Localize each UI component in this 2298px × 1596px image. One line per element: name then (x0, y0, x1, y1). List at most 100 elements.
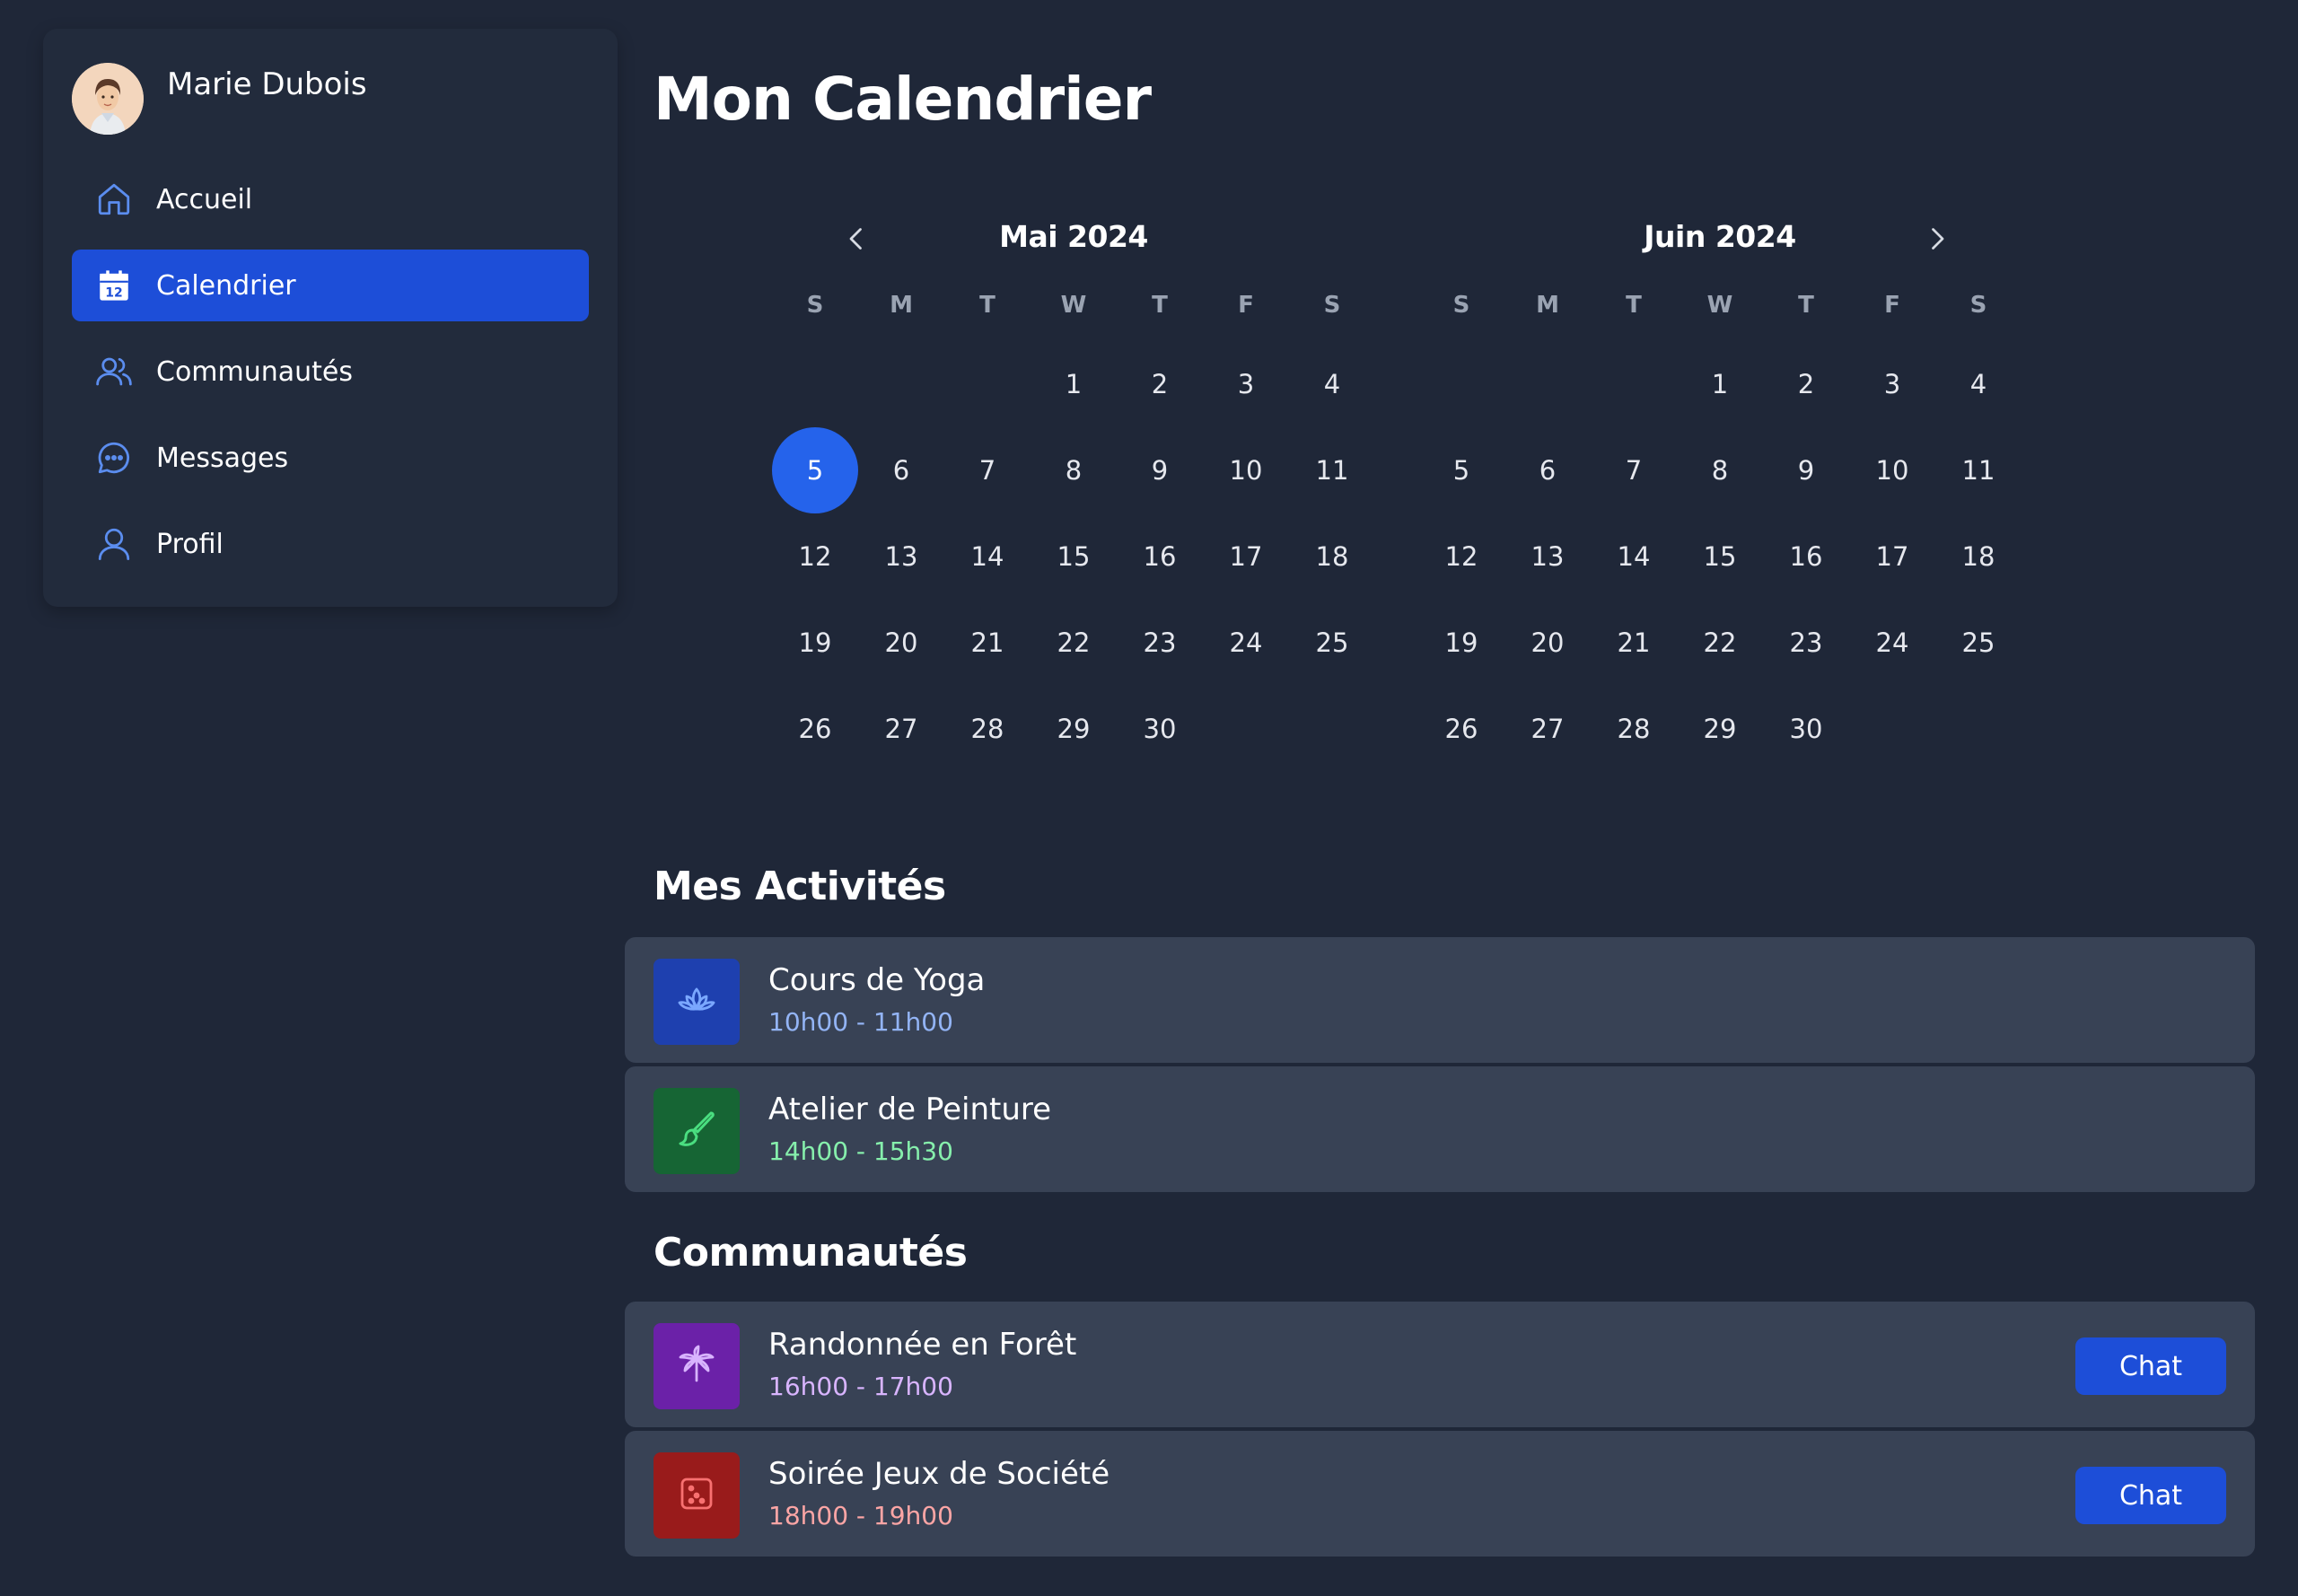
day-cell[interactable]: 17 (1203, 513, 1289, 600)
day-cell[interactable]: 8 (1677, 427, 1763, 513)
day-cell[interactable]: 27 (858, 686, 944, 772)
day-cell[interactable]: 8 (1031, 427, 1117, 513)
day-cell[interactable]: 25 (1289, 600, 1375, 686)
day-cell[interactable]: 26 (772, 686, 858, 772)
day-cell-selected[interactable]: 5 (772, 427, 858, 513)
day-cell[interactable]: 12 (772, 513, 858, 600)
activity-card[interactable]: Atelier de Peinture 14h00 - 15h30 (625, 1066, 2255, 1192)
day-cell[interactable]: 10 (1849, 427, 1935, 513)
nav-item-communautes[interactable]: Communautés (72, 336, 589, 408)
nav-item-messages[interactable]: Messages (72, 422, 589, 494)
day-cell[interactable]: 2 (1763, 341, 1849, 427)
avatar (72, 63, 144, 135)
day-number: 17 (1229, 541, 1263, 572)
day-number: 13 (1531, 541, 1565, 572)
day-cell[interactable]: 25 (1935, 600, 2022, 686)
day-number: 21 (1617, 627, 1651, 658)
day-cell[interactable]: 12 (1418, 513, 1504, 600)
day-empty (772, 341, 858, 427)
community-card[interactable]: Soirée Jeux de Société 18h00 - 19h00 Cha… (625, 1431, 2255, 1557)
day-cell[interactable]: 24 (1849, 600, 1935, 686)
day-cell[interactable]: 14 (944, 513, 1031, 600)
day-number: 4 (1969, 369, 1987, 399)
day-cell[interactable]: 20 (1504, 600, 1591, 686)
day-cell[interactable]: 18 (1289, 513, 1375, 600)
chat-button[interactable]: Chat (2075, 1337, 2226, 1395)
day-number: 29 (1057, 714, 1091, 744)
day-cell[interactable]: 29 (1677, 686, 1763, 772)
day-cell[interactable]: 6 (1504, 427, 1591, 513)
user-profile[interactable]: Marie Dubois (72, 63, 367, 135)
weekday-label: S (1452, 292, 1470, 319)
day-cell[interactable]: 19 (772, 600, 858, 686)
day-cell[interactable]: 5 (1418, 427, 1504, 513)
day-cell[interactable]: 29 (1031, 686, 1117, 772)
day-cell[interactable]: 27 (1504, 686, 1591, 772)
day-cell[interactable]: 16 (1117, 513, 1203, 600)
day-cell[interactable]: 20 (858, 600, 944, 686)
day-cell[interactable]: 26 (1418, 686, 1504, 772)
day-number: 25 (1961, 627, 1995, 658)
day-cell[interactable]: 21 (1591, 600, 1677, 686)
day-cell[interactable]: 13 (1504, 513, 1591, 600)
day-cell[interactable]: 14 (1591, 513, 1677, 600)
day-cell[interactable]: 23 (1763, 600, 1849, 686)
day-number: 5 (772, 427, 858, 513)
day-empty (1504, 341, 1591, 427)
day-cell[interactable]: 15 (1031, 513, 1117, 600)
day-empty (1591, 341, 1677, 427)
day-cell[interactable]: 9 (1763, 427, 1849, 513)
day-cell[interactable]: 4 (1935, 341, 2022, 427)
chevron-right-icon[interactable] (1921, 223, 1953, 255)
activity-card[interactable]: Cours de Yoga 10h00 - 11h00 (625, 937, 2255, 1063)
day-cell[interactable]: 10 (1203, 427, 1289, 513)
day-cell[interactable]: 16 (1763, 513, 1849, 600)
nav-item-accueil[interactable]: Accueil (72, 163, 589, 235)
day-number: 4 (1323, 369, 1341, 399)
day-cell[interactable]: 1 (1031, 341, 1117, 427)
day-cell[interactable]: 11 (1289, 427, 1375, 513)
day-cell[interactable]: 23 (1117, 600, 1203, 686)
day-cell[interactable]: 7 (1591, 427, 1677, 513)
chat-button[interactable]: Chat (2075, 1467, 2226, 1524)
day-number: 23 (1143, 627, 1177, 658)
paintbrush-icon (675, 1108, 718, 1154)
day-cell[interactable]: 1 (1677, 341, 1763, 427)
day-number: 27 (884, 714, 918, 744)
day-cell[interactable]: 3 (1849, 341, 1935, 427)
day-cell[interactable]: 3 (1203, 341, 1289, 427)
day-cell[interactable]: 4 (1289, 341, 1375, 427)
day-cell[interactable]: 21 (944, 600, 1031, 686)
day-number: 6 (892, 455, 910, 486)
day-cell[interactable]: 6 (858, 427, 944, 513)
day-cell[interactable]: 30 (1117, 686, 1203, 772)
day-cell[interactable]: 15 (1677, 513, 1763, 600)
weekday-label: T (979, 292, 996, 319)
day-cell[interactable]: 17 (1849, 513, 1935, 600)
day-cell[interactable]: 24 (1203, 600, 1289, 686)
day-cell[interactable]: 11 (1935, 427, 2022, 513)
nav-item-profil[interactable]: Profil (72, 508, 589, 580)
day-cell[interactable]: 13 (858, 513, 944, 600)
day-number: 16 (1143, 541, 1177, 572)
day-cell[interactable]: 7 (944, 427, 1031, 513)
day-empty (1418, 341, 1504, 427)
day-cell[interactable]: 28 (1591, 686, 1677, 772)
nav-item-label: Accueil (156, 183, 253, 215)
month-title: Mai 2024 (999, 219, 1148, 254)
day-cell[interactable]: 28 (944, 686, 1031, 772)
day-number: 2 (1151, 369, 1169, 399)
day-cell[interactable]: 19 (1418, 600, 1504, 686)
day-cell[interactable]: 30 (1763, 686, 1849, 772)
calendar-icon: 12 (95, 267, 133, 304)
day-grid: 1 2 3 4 5 6 7 8 9 10 11 12 13 14 15 16 17 18 19 20 21 22 23 24 2… (1418, 341, 2022, 772)
day-cell[interactable]: 22 (1677, 600, 1763, 686)
community-card[interactable]: Randonnée en Forêt 16h00 - 17h00 Chat (625, 1302, 2255, 1427)
day-cell[interactable]: 9 (1117, 427, 1203, 513)
users-icon (95, 353, 133, 390)
day-cell[interactable]: 22 (1031, 600, 1117, 686)
community-time: 18h00 - 19h00 (768, 1501, 953, 1530)
nav-item-calendrier[interactable]: 12 Calendrier (72, 250, 589, 321)
day-cell[interactable]: 18 (1935, 513, 2022, 600)
day-cell[interactable]: 2 (1117, 341, 1203, 427)
